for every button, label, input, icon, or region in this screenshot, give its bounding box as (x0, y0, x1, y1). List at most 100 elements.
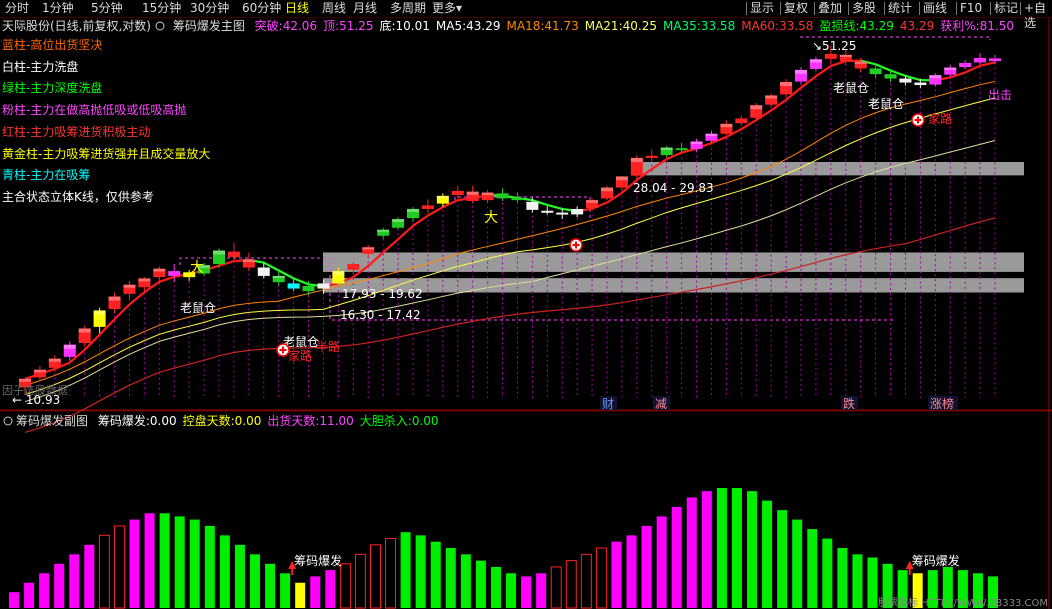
period-tab-0[interactable]: 分时 (5, 1, 29, 16)
sub-bar-hollow (580, 553, 592, 609)
header-field-label: 突破: (254, 19, 283, 33)
sub-bar (837, 548, 848, 608)
big-signal-label: 大 (190, 260, 204, 276)
mouse-position-label: 老鼠仓 (833, 81, 869, 95)
mouse-position-label: 老鼠仓 (180, 301, 216, 315)
sub-field-2: 出货天数:11.00 (267, 414, 353, 428)
sub-bar-hollow (113, 525, 125, 609)
candle-highlight (138, 278, 151, 282)
sub-bar (24, 582, 35, 608)
toolbar-separator (814, 2, 815, 15)
toolbar-right-6[interactable]: F10 (960, 1, 982, 16)
candle-body (451, 190, 464, 196)
toolbar-right-0[interactable]: 显示 (750, 1, 774, 16)
stock-title[interactable]: 天际股份(日线,前复权,对数) (2, 19, 151, 33)
sub-bar (400, 532, 411, 608)
header-field-9: 43.29 (900, 19, 934, 33)
candle-highlight (795, 69, 807, 74)
sub-bar (265, 563, 276, 608)
header-field-value: 10.01 (395, 19, 430, 33)
candle-highlight (78, 328, 91, 333)
sub-bar (822, 538, 833, 608)
toolbar-right-3[interactable]: 多股 (852, 1, 876, 16)
candle-highlight (809, 59, 822, 63)
sub-bar (234, 544, 245, 608)
sub-bar (174, 516, 185, 608)
toolbar-right-7[interactable]: 标记 (994, 1, 1018, 16)
legend-item-1: 白柱-主力洗盘 (2, 59, 79, 74)
sub-field-label: 筹码爆发: (97, 414, 150, 428)
candle-highlight (615, 176, 628, 181)
sub-bar (325, 570, 336, 608)
toolbar-right-4[interactable]: 统计 (888, 1, 912, 16)
sub-field-1: 控盘天数:0.00 (183, 414, 262, 428)
candle-body (496, 193, 509, 199)
period-tab-6[interactable]: 日线 (285, 1, 309, 16)
candle-highlight (63, 344, 76, 349)
period-tab-4[interactable]: 30分钟 (190, 1, 229, 16)
more-dropdown-icon[interactable]: ▾ (456, 1, 462, 16)
sub-bar-hollow (98, 534, 110, 609)
sub-bar (129, 519, 140, 608)
sub-field-value: 0.00 (411, 414, 439, 428)
half-road-label: 半路 (316, 339, 340, 354)
legend-item-7: 主合状态立体K线，仅供参考 (2, 189, 154, 204)
sub-bar (852, 554, 863, 608)
candle-body (974, 57, 987, 63)
sub-bar (249, 554, 260, 608)
candle-body (302, 285, 315, 292)
period-tab-5[interactable]: 60分钟 (242, 1, 281, 16)
period-tab-8[interactable]: 月线 (353, 1, 377, 16)
sub-bar (219, 535, 230, 608)
indicator-name[interactable]: 筹码爆发主图 (173, 19, 245, 33)
sub-bar (611, 541, 622, 608)
header-field-2: 底:10.01 (379, 19, 429, 33)
main-chart-header: 天际股份(日线,前复权,对数) 筹码爆发主图 突破:42.06 顶:51.25 底:… (2, 19, 1014, 33)
header-field-value: 33.58 (700, 19, 736, 33)
toolbar-right-5[interactable]: 画线 (923, 1, 947, 16)
big-signal-label: 大 (484, 210, 498, 226)
sub-indicator-name[interactable]: 筹码爆发副图 (16, 414, 88, 428)
candle-highlight (93, 310, 106, 315)
candle-body (317, 283, 330, 289)
sub-bar (475, 560, 486, 608)
ma18-line (24, 80, 996, 386)
candle-body (571, 208, 584, 215)
toolbar-right-1[interactable]: 复权 (784, 1, 808, 16)
period-tab-1[interactable]: 1分钟 (42, 1, 74, 16)
candle-body (914, 82, 927, 86)
toolbar-separator (884, 2, 885, 15)
sub-bar (159, 513, 170, 608)
candle-highlight (33, 369, 46, 373)
header-field-label: MA18: (506, 19, 545, 33)
header-field-value: 43.29 (859, 19, 894, 33)
sub-bar (204, 525, 215, 608)
candle-highlight (466, 191, 479, 195)
candle-highlight (481, 192, 494, 196)
header-field-10: 获利%:81.50 (940, 19, 1014, 33)
ma21-line (24, 97, 996, 395)
burst-label-0: 筹码爆发 (294, 553, 342, 568)
sub-bar (536, 573, 547, 608)
period-tab-7[interactable]: 周线 (322, 1, 346, 16)
candle-highlight (377, 229, 390, 232)
sub-bar (54, 563, 65, 608)
sub-bar (701, 491, 712, 608)
candle-highlight (720, 123, 733, 128)
candle-highlight (526, 201, 539, 205)
period-tab-3[interactable]: 15分钟 (142, 1, 181, 16)
header-field-label: MA60: (741, 19, 780, 33)
period-tab-9[interactable]: 多周期 (390, 1, 426, 16)
candle-body (421, 205, 434, 209)
candle-highlight (765, 95, 778, 99)
header-field-value: 33.58 (779, 19, 814, 33)
ma5-segment (979, 61, 996, 67)
sub-bar (9, 592, 19, 608)
sub-field-value: 11.00 (319, 414, 354, 428)
toolbar-right-2[interactable]: 叠加 (818, 1, 842, 16)
candle-highlight (854, 61, 867, 64)
toolbar-separator (848, 2, 849, 15)
candle-highlight (660, 147, 673, 151)
period-tab-2[interactable]: 5分钟 (91, 1, 123, 16)
period-tab-10[interactable]: 更多 (432, 1, 456, 16)
